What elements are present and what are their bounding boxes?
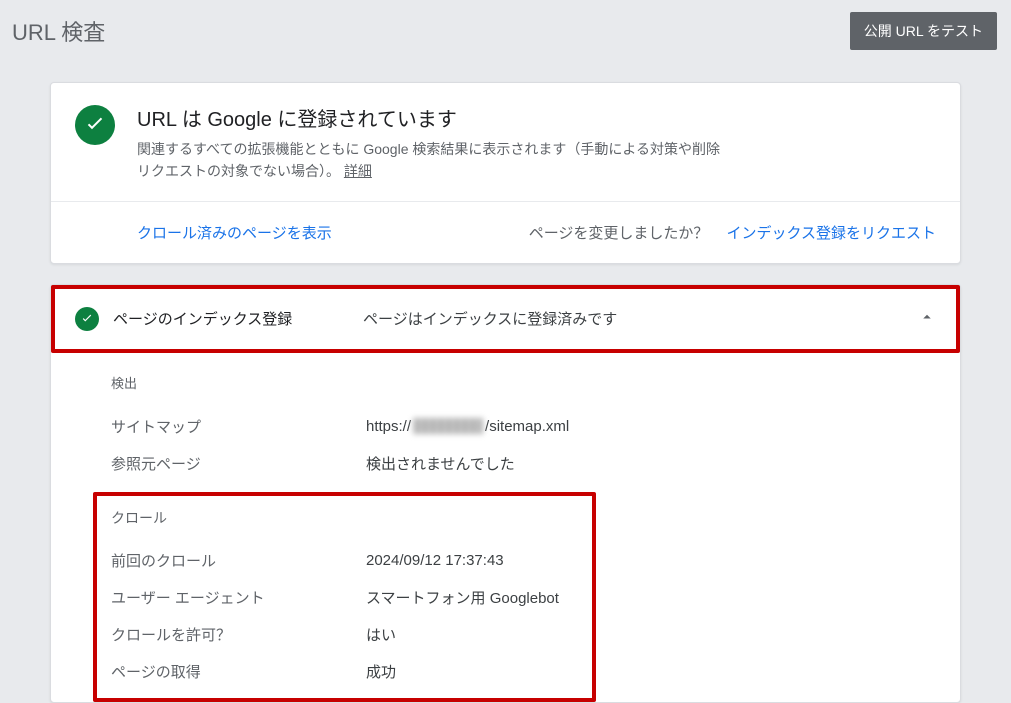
chevron-up-icon [918,308,936,329]
page-fetch-value: 成功 [366,661,396,682]
page-changed-label: ページを変更しましたか？ [529,222,709,243]
test-live-url-button[interactable]: 公開 URL をテスト [850,12,997,50]
crawl-allowed-label: クロールを許可？ [111,624,366,645]
indexing-section-title: ページのインデックス登録 [113,308,363,329]
indexing-section-status: ページはインデックスに登録済みです [363,308,918,329]
referrer-label: 参照元ページ [111,453,366,474]
status-description: 関連するすべての拡張機能とともに Google 検索結果に表示されます（手動によ… [137,138,727,183]
check-circle-icon [75,105,115,145]
indexing-card: ページのインデックス登録 ページはインデックスに登録済みです 検出 サイトマップ… [50,284,961,703]
detail-row-last-crawl: 前回のクロール 2024/09/12 17:37:43 [111,542,578,579]
detail-row-sitemap: サイトマップ https:///sitemap.xml [111,408,936,445]
indexing-section-toggle[interactable]: ページのインデックス登録 ページはインデックスに登録済みです [55,289,956,349]
detail-row-page-fetch: ページの取得 成功 [111,653,578,690]
crawl-allowed-value: はい [366,624,396,645]
page-fetch-label: ページの取得 [111,661,366,682]
detail-row-user-agent: ユーザー エージェント スマートフォン用 Googlebot [111,579,578,616]
detail-row-referrer: 参照元ページ 検出されませんでした [111,445,936,482]
page-header: URL 検査 公開 URL をテスト [0,0,1011,62]
page-title: URL 検査 [12,15,105,47]
sitemap-value: https:///sitemap.xml [366,418,569,435]
user-agent-value: スマートフォン用 Googlebot [366,587,559,608]
sitemap-label: サイトマップ [111,416,366,437]
last-crawl-value: 2024/09/12 17:37:43 [366,552,504,569]
highlight-box-crawl: クロール 前回のクロール 2024/09/12 17:37:43 ユーザー エー… [93,492,596,702]
status-title: URL は Google に登録されています [137,103,727,132]
request-indexing-link[interactable]: インデックス登録をリクエスト [726,222,936,243]
crawl-heading: クロール [111,508,578,528]
highlight-box-indexing: ページのインデックス登録 ページはインデックスに登録済みです [51,285,960,353]
referrer-value: 検出されませんでした [366,453,515,474]
redacted-domain [413,418,483,434]
detail-row-crawl-allowed: クロールを許可？ はい [111,616,578,653]
discovery-heading: 検出 [111,373,936,392]
details-link[interactable]: 詳細 [344,163,372,179]
user-agent-label: ユーザー エージェント [111,587,366,608]
check-circle-icon [75,307,99,331]
status-card: URL は Google に登録されています 関連するすべての拡張機能とともに … [50,82,961,264]
last-crawl-label: 前回のクロール [111,550,366,571]
view-crawled-page-link[interactable]: クロール済みのページを表示 [137,222,332,243]
